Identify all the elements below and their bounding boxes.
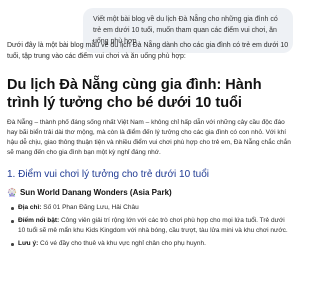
list-item-text: Công viên giải trí rộng lớn với các trò … [18,217,288,234]
list-item-text: Có vé đầy cho thuê và khu vực nghỉ chân … [40,240,206,247]
article-paragraph: Đà Nẵng – thành phố đáng sống nhất Việt … [7,119,291,156]
list-item-label: Điểm nổi bật: [18,217,60,224]
list-item: Điểm nổi bật: Công viên giải trí rộng lớ… [11,216,291,236]
detail-list: Địa chỉ: Số 01 Phan Đăng Lưu, Hải Châu Đ… [7,203,291,249]
assistant-answer: Dưới đây là một bài blog mẫu về du lịch … [7,40,291,252]
article-title: Du lịch Đà Nẵng cùng gia đình: Hành trìn… [7,77,262,111]
list-item-text: Số 01 Phan Đăng Lưu, Hải Châu [43,204,139,211]
subsection-heading: 🎡 Sun World Danang Wonders (Asia Park) [7,187,291,198]
list-item-label: Địa chỉ: [18,204,42,211]
section-heading: 1. Điểm vui chơi lý tưởng cho trẻ dưới 1… [7,169,210,180]
list-item: Địa chỉ: Số 01 Phan Đăng Lưu, Hải Châu [11,203,291,213]
list-item: Lưu ý: Có vé đầy cho thuê và khu vực ngh… [11,239,291,249]
answer-intro: Dưới đây là một bài blog mẫu về du lịch … [7,42,289,60]
list-item-label: Lưu ý: [18,240,39,247]
subsection-title: Sun World Danang Wonders (Asia Park) [19,188,172,197]
ferris-wheel-icon: 🎡 [7,188,17,197]
